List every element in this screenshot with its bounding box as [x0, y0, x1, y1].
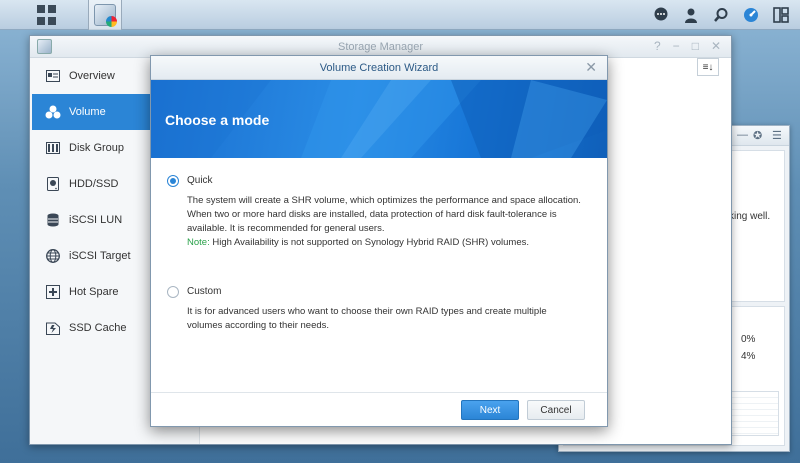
widget-percent-2: 4%: [741, 351, 756, 362]
volume-creation-wizard: Volume Creation Wizard ✕ Choose a mode Q…: [150, 55, 608, 427]
description-line: available. It is recommended for general…: [187, 223, 385, 234]
note-line: Note: High Availability is not supported…: [187, 236, 597, 250]
sidebar-item-label: Hot Spare: [69, 286, 119, 298]
note-text: High Availability is not supported on Sy…: [209, 237, 529, 248]
wizard-body: Quick The system will create a SHR volum…: [151, 158, 607, 388]
dashboard-icon[interactable]: [736, 0, 766, 30]
pin-icon[interactable]: ✪: [753, 129, 762, 142]
custom-radio[interactable]: [167, 286, 179, 298]
widgets-icon[interactable]: [766, 0, 796, 30]
wizard-banner: Choose a mode: [151, 80, 607, 158]
wizard-title: Volume Creation Wizard: [319, 62, 439, 74]
taskbar: [0, 0, 800, 30]
chat-icon[interactable]: [646, 0, 676, 30]
hot-spare-icon: [45, 284, 61, 300]
iscsi-lun-icon: [45, 212, 61, 228]
minimize-icon[interactable]: —: [737, 129, 748, 141]
note-label: Note:: [187, 237, 210, 248]
overview-icon: [45, 68, 61, 84]
maximize-icon[interactable]: □: [692, 39, 699, 53]
wizard-titlebar[interactable]: Volume Creation Wizard ✕: [151, 56, 607, 80]
sidebar-item-label: iSCSI Target: [69, 250, 131, 262]
cancel-button[interactable]: Cancel: [527, 400, 585, 420]
close-icon[interactable]: ✕: [585, 59, 597, 76]
ssd-cache-icon: [45, 320, 61, 336]
volume-icon: [45, 104, 61, 120]
option-description: It is for advanced users who want to cho…: [187, 305, 597, 333]
taskbar-storage-manager-button[interactable]: [88, 0, 122, 30]
widget-status-text: king well.: [729, 211, 771, 222]
wizard-footer: Next Cancel: [151, 392, 607, 426]
wizard-heading: Choose a mode: [165, 112, 270, 128]
description-line: The system will create a SHR volume, whi…: [187, 195, 581, 206]
sidebar-item-label: Overview: [69, 70, 115, 82]
main-menu-icon: [36, 4, 56, 26]
description-line: When two or more hard disks are installe…: [187, 209, 557, 220]
close-icon[interactable]: ✕: [711, 39, 721, 53]
window-title: Storage Manager: [338, 41, 423, 53]
sort-button[interactable]: ≡↓: [697, 58, 719, 76]
globe-icon: [45, 248, 61, 264]
sidebar-item-label: SSD Cache: [69, 322, 127, 334]
sidebar-item-label: Volume: [69, 106, 106, 118]
user-icon[interactable]: [676, 0, 706, 30]
option-label: Quick: [187, 175, 213, 186]
next-button[interactable]: Next: [461, 400, 519, 420]
sort-icon: ≡↓: [702, 61, 714, 73]
quick-radio[interactable]: [167, 175, 179, 187]
sidebar-item-label: Disk Group: [69, 142, 125, 154]
option-description: The system will create a SHR volume, whi…: [187, 194, 597, 250]
taskbar-tray: [646, 0, 796, 30]
sidebar-item-label: HDD/SSD: [69, 178, 119, 190]
description-line: volumes according to their needs.: [187, 320, 330, 331]
window-controls: ? − □ ✕: [654, 39, 721, 53]
disk-group-icon: [45, 140, 61, 156]
storage-manager-icon: [94, 4, 117, 27]
description-line: It is for advanced users who want to cho…: [187, 306, 547, 317]
option-label: Custom: [187, 286, 222, 297]
minimize-icon[interactable]: −: [673, 39, 680, 53]
widget-percent-1: 0%: [741, 334, 756, 345]
main-menu-button[interactable]: [24, 0, 68, 30]
help-icon[interactable]: ?: [654, 39, 661, 53]
hdd-icon: [45, 176, 61, 192]
widget-menu-icon[interactable]: ☰: [772, 129, 782, 142]
sidebar-item-label: iSCSI LUN: [69, 214, 123, 226]
search-icon[interactable]: [706, 0, 736, 30]
